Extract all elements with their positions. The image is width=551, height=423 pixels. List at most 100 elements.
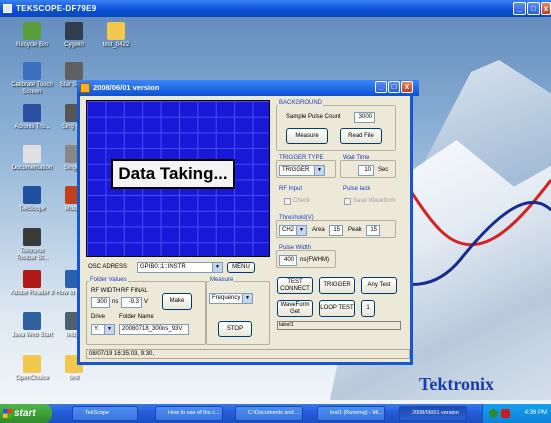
stop-button[interactable]: STOP [218, 321, 252, 337]
task-label: How to use of the c... [168, 410, 220, 416]
desktop-icon-label: Tektronix Toolbar St... [15, 248, 48, 261]
rf-width-unit: ns [112, 299, 119, 305]
maximize-icon[interactable]: □ [527, 2, 540, 15]
osc-adress-label: OSC ADRESS [88, 264, 128, 270]
task-2008-version[interactable]: 2008/06/01 version [399, 406, 467, 421]
windows-logo-icon [3, 409, 12, 418]
area-field[interactable]: 15 [329, 225, 343, 236]
desktop-icon[interactable]: OpenChoice [10, 355, 54, 382]
peak-field[interactable]: 15 [366, 225, 380, 236]
desktop-icon[interactable]: Java Web Start [10, 312, 54, 339]
star-serve-icon [65, 62, 83, 80]
app-icon [3, 4, 12, 13]
trigger-type-value: TRIGGER [282, 167, 310, 173]
save-waveform-label: Save Waveform [353, 198, 396, 204]
recycle-bin-icon [23, 22, 41, 40]
osc-adress-select[interactable]: GPIB0::1::INSTR ▼ [137, 262, 223, 273]
acronis-icon [23, 104, 41, 122]
desktop-icon[interactable]: Recycle Bin [10, 22, 54, 49]
app-maximize-icon[interactable]: □ [388, 81, 400, 93]
sample-pulse-field[interactable]: 3000 [354, 112, 375, 123]
pulse-lack-label: Pulse lack [342, 186, 372, 192]
folder-icon [107, 22, 125, 40]
osc-adress-value: GPIB0::1::INSTR [140, 264, 186, 270]
save-waveform-checkbox[interactable] [344, 198, 351, 205]
toolbar-icon [23, 228, 41, 246]
desktop-icon[interactable]: Tektronix Toolbar St... [10, 228, 54, 262]
threshold-channel-select[interactable]: CH2 ▼ [279, 225, 307, 236]
measure-button[interactable]: Measure [286, 128, 328, 144]
rf-width-field[interactable]: 300 [91, 297, 110, 308]
folder-name-label: Folder Name [119, 314, 154, 320]
sample-pulse-label: Sample Pulse Count [286, 114, 341, 120]
read-file-button[interactable]: Read File [340, 128, 382, 144]
test-connect-button[interactable]: TEST CONNECT [277, 277, 313, 294]
chevron-down-icon: ▼ [242, 294, 252, 303]
desktop-icon-label: test_0422 [102, 42, 130, 48]
drive-select[interactable]: Y: ▼ [91, 324, 115, 335]
outer-title: TEKSCOPE-DF79E9 [16, 4, 97, 13]
task-tekscope[interactable]: TekScope [72, 406, 138, 421]
desktop-icon-label: Recycle Bin [16, 42, 48, 48]
tekscope-icon [23, 186, 41, 204]
chevron-down-icon: ▼ [314, 166, 324, 175]
task-test1[interactable]: test1 (Running) - Mi... [317, 406, 385, 421]
measure-select[interactable]: Frequency ▼ [209, 293, 253, 304]
loop-test-button[interactable]: LOOP TEST [319, 300, 355, 317]
pulse-width-unit: ns(FWHM) [300, 257, 329, 263]
task-how-to-use[interactable]: How to use of the c... [155, 406, 223, 421]
calibrate-icon [23, 62, 41, 80]
make-button[interactable]: Make [162, 293, 192, 310]
start-button[interactable]: start [0, 404, 52, 423]
minimize-icon[interactable]: _ [513, 2, 526, 15]
desktop-icon[interactable]: test_0422 [94, 22, 138, 49]
close-icon[interactable]: x [541, 2, 551, 15]
one-button[interactable]: 1 [361, 300, 375, 317]
wait-time-field[interactable]: 10 [358, 165, 374, 176]
desktop-icon[interactable]: TekScope [10, 186, 54, 213]
app-close-icon[interactable]: x [401, 81, 413, 93]
desktop-icon-label: Calibrate Touch Screen [11, 82, 53, 95]
background-label: BACKGROUND [278, 100, 324, 106]
wait-time-unit: Sec [378, 167, 389, 173]
status-bar: 08/07/19 16:35:03, 9:30, [86, 349, 410, 359]
folder-name-field[interactable]: 20080718_300ns_93V [119, 324, 189, 335]
any-test-button[interactable]: Any Test [361, 277, 397, 294]
trigger-button[interactable]: TRIGGER [319, 277, 355, 294]
documentation-icon [23, 145, 41, 163]
chevron-down-icon: ▼ [104, 325, 114, 334]
label-box: label1 [277, 321, 401, 330]
menu-button[interactable]: MENU [227, 262, 255, 273]
peak-label: Peak [348, 227, 362, 233]
rf-input-checkbox[interactable] [284, 198, 291, 205]
tray-alert-icon[interactable] [501, 409, 510, 418]
desktop-icon[interactable]: Calibrate Touch Screen [10, 62, 54, 96]
system-tray: 4:36 PM [482, 404, 551, 423]
rf-final-label: RF FINAL [121, 288, 148, 294]
desktop-icon-label: Java Web Start [11, 332, 53, 338]
task-label: 2008/06/01 version [412, 410, 459, 416]
app-window: 2008/06/01 version _ □ x Data Taking... … [77, 80, 419, 365]
task-documents[interactable]: C:\Documents and ... [235, 406, 303, 421]
pulse-width-field[interactable]: 400 [279, 255, 297, 266]
measure-group-label: Measure [209, 277, 235, 283]
data-taking-message: Data Taking... [111, 159, 235, 189]
clock: 4:36 PM [524, 410, 547, 416]
rf-final-field[interactable]: -9.3 [121, 297, 142, 308]
threshold-channel-value: CH2 [282, 227, 295, 233]
desktop-icon[interactable]: Acronis Tru... [10, 104, 54, 131]
folder-icon [23, 355, 41, 373]
desktop-icon[interactable]: Documentation [10, 145, 54, 172]
folder-values-label: Folder Values [89, 277, 128, 283]
waveform-get-button[interactable]: WaveForm Get [277, 300, 313, 317]
trigger-type-select[interactable]: TRIGGER ▼ [279, 165, 325, 176]
start-label: start [14, 408, 36, 419]
check-label: Check [293, 198, 311, 204]
desktop-icon[interactable]: Adobe Reader 8 [10, 270, 54, 297]
desktop-icon[interactable]: Cygwin [52, 22, 96, 49]
tray-network-icon[interactable] [489, 409, 498, 418]
measure-select-value: Frequency [212, 295, 241, 301]
rf-final-unit: V [144, 299, 149, 305]
desktop-icon-label: TekScope [18, 206, 46, 212]
app-minimize-icon[interactable]: _ [375, 81, 387, 93]
